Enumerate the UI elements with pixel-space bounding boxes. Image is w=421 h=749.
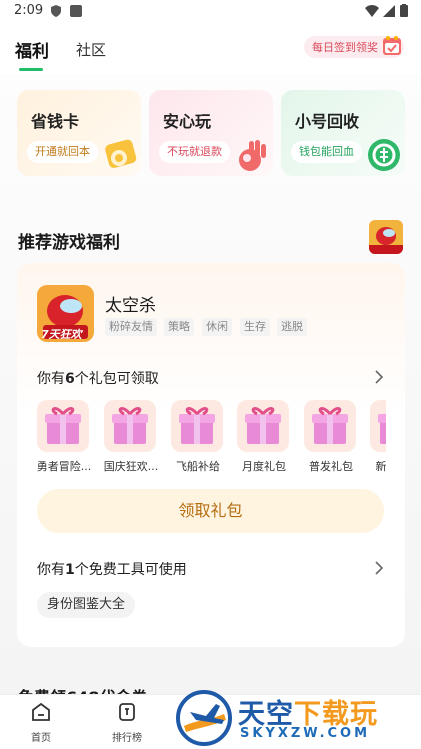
gift-box-icon xyxy=(237,400,289,452)
signal-icon xyxy=(383,5,395,17)
chevron-right-icon[interactable] xyxy=(374,561,384,575)
watermark-url: SKYXZW.COM xyxy=(240,726,371,741)
bottom-tab-ranking[interactable]: 排行榜 xyxy=(102,701,152,744)
gift-count: 6 xyxy=(65,371,75,387)
safe-play-card-pill: 不玩就退款 xyxy=(159,141,230,163)
tool-count-row[interactable]: 你有1个免费工具可使用 xyxy=(37,559,187,579)
game-icon-badge: 7天狂欢 xyxy=(41,328,82,341)
safe-play-card-title: 安心玩 xyxy=(163,112,212,131)
gift-label: 勇者冒险... xyxy=(37,460,92,473)
gift-item[interactable]: 普发礼包 xyxy=(304,400,360,473)
calendar-gift-icon xyxy=(383,36,401,55)
gift-box-icon xyxy=(370,400,386,452)
notification-square-icon xyxy=(70,5,82,17)
gift-item[interactable]: 勇者冒险... xyxy=(37,400,93,473)
gift-box-icon xyxy=(104,400,156,452)
gift-label: 月度礼包 xyxy=(242,460,286,473)
game-name: 太空杀 xyxy=(105,296,156,316)
wifi-icon xyxy=(365,5,379,17)
game-tag: 策略 xyxy=(164,318,194,336)
status-bar: 2:09 xyxy=(0,0,421,24)
watermark-logo xyxy=(176,690,232,746)
chevron-right-icon[interactable] xyxy=(374,370,384,384)
top-nav: 福利 社区 每日签到领奖 xyxy=(0,24,421,74)
daily-checkin-button[interactable]: 每日签到领奖 xyxy=(304,36,404,58)
section-title: 推荐游戏福利 xyxy=(18,233,120,253)
account-recycle-card-title: 小号回收 xyxy=(295,112,360,131)
game-tag: 生存 xyxy=(240,318,270,336)
game-tag: 逃脱 xyxy=(277,318,307,336)
savings-card[interactable]: 省钱卡 开通就回本 xyxy=(17,90,141,176)
game-icon[interactable]: 7天狂欢 xyxy=(37,285,94,342)
gift-item[interactable]: 月度礼包 xyxy=(237,400,293,473)
tab-welfare[interactable]: 福利 xyxy=(15,37,49,62)
bottom-tab-home[interactable]: 首页 xyxy=(16,701,66,744)
tool-chip[interactable]: 身份图鉴大全 xyxy=(37,592,136,618)
bottom-tab-ranking-label: 排行榜 xyxy=(112,733,142,744)
gift-label: 飞船补给 xyxy=(176,460,220,473)
section-game-thumbnail[interactable] xyxy=(369,220,403,254)
gift-item[interactable]: 飞船补给 xyxy=(171,400,227,473)
account-recycle-card-pill: 钱包能回血 xyxy=(291,141,362,163)
savings-card-pill: 开通就回本 xyxy=(27,141,98,163)
tool-count: 1 xyxy=(65,562,75,578)
gift-item[interactable]: 新 xyxy=(370,400,386,473)
shield-icon xyxy=(51,5,61,17)
battery-icon xyxy=(400,4,408,17)
game-thumbnail-icon xyxy=(369,220,403,254)
gift-label: 新 xyxy=(375,460,387,473)
tool-count-suffix: 个免费工具可使用 xyxy=(74,562,187,578)
gift-count-prefix: 你有 xyxy=(37,371,65,387)
ok-hand-icon xyxy=(239,140,266,171)
savings-card-title: 省钱卡 xyxy=(31,112,80,131)
ranking-icon xyxy=(119,703,135,721)
gift-count-row[interactable]: 你有6个礼包可领取 xyxy=(37,368,159,388)
gift-box-icon xyxy=(37,400,89,452)
coin-icon xyxy=(105,139,137,168)
site-watermark: 天空下载玩 SKYXZW.COM xyxy=(176,690,421,748)
tab-community[interactable]: 社区 xyxy=(76,39,106,60)
game-tag: 粉碎友情 xyxy=(105,318,157,336)
gift-item[interactable]: 国庆狂欢... xyxy=(104,400,160,473)
bottom-tab-home-label: 首页 xyxy=(31,733,51,744)
gift-count-suffix: 个礼包可领取 xyxy=(74,371,159,387)
status-time: 2:09 xyxy=(14,3,44,18)
account-recycle-card[interactable]: 小号回收 钱包能回血 xyxy=(281,90,405,176)
game-tag: 休闲 xyxy=(202,318,232,336)
gift-label: 国庆狂欢... xyxy=(103,460,159,473)
tool-count-prefix: 你有 xyxy=(37,562,65,578)
gift-list: 勇者冒险... 国庆狂欢... 飞船补给 月度礼包 普发礼包 新 xyxy=(37,400,386,480)
safe-play-card[interactable]: 安心玩 不玩就退款 xyxy=(149,90,273,176)
gift-box-icon xyxy=(304,400,356,452)
gift-box-icon xyxy=(171,400,223,452)
home-icon xyxy=(32,702,50,721)
tab-active-indicator xyxy=(19,68,43,71)
daily-checkin-label: 每日签到领奖 xyxy=(312,41,378,54)
claim-gift-button[interactable]: 领取礼包 xyxy=(37,489,384,533)
recycle-icon xyxy=(368,139,400,171)
